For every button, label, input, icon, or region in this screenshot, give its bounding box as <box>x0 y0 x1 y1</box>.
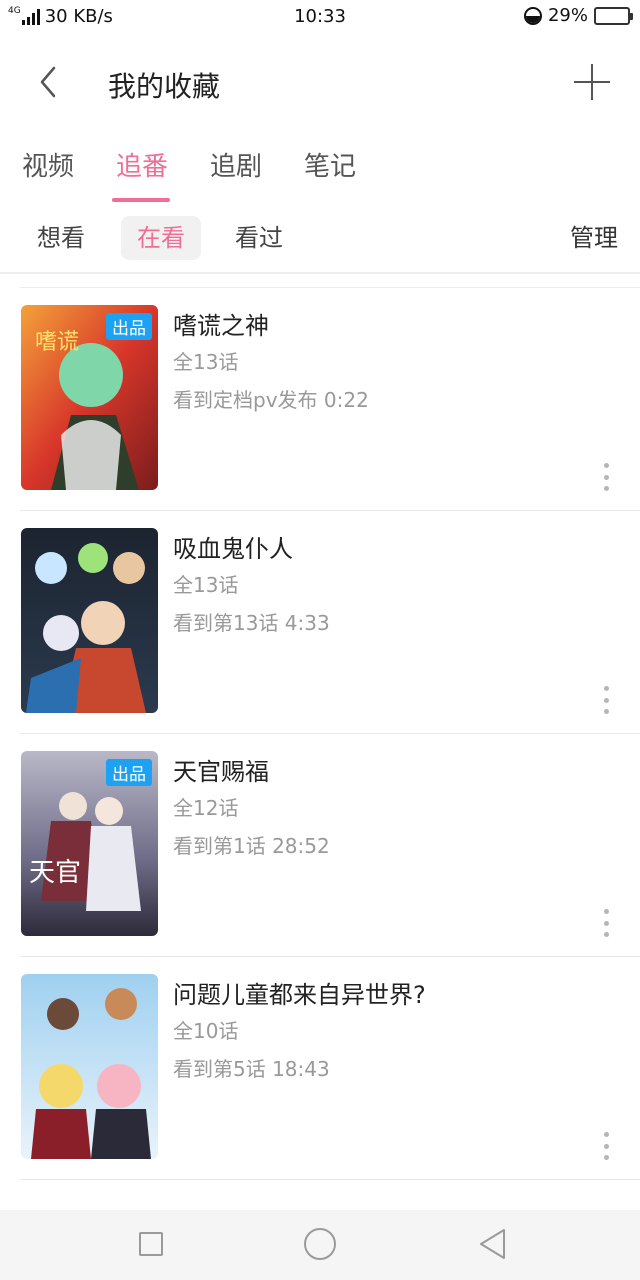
watch-progress: 看到第5话 18:43 <box>173 1057 330 1081</box>
tab-notes[interactable]: 笔记 <box>304 146 356 183</box>
recent-apps-icon[interactable] <box>139 1232 163 1256</box>
do-not-disturb-icon <box>523 6 542 25</box>
back-button[interactable] <box>28 62 68 102</box>
episode-count: 全10话 <box>173 1019 239 1043</box>
anime-title: 嗜谎之神 <box>173 312 269 340</box>
filter-watching[interactable]: 在看 <box>121 216 201 260</box>
episode-count: 全13话 <box>173 573 239 597</box>
filter-watched[interactable]: 看过 <box>219 216 299 260</box>
cover-art <box>21 528 158 713</box>
manage-button[interactable]: 管理 <box>570 216 618 260</box>
tab-videos[interactable]: 视频 <box>22 146 74 183</box>
chevron-left-icon <box>40 66 56 98</box>
tab-anime[interactable]: 追番 <box>116 146 168 183</box>
cover-image[interactable]: 天官 出品 <box>21 751 158 936</box>
list-item[interactable]: 问题儿童都来自异世界? 全10话 看到第5话 18:43 <box>0 957 640 1180</box>
original-badge: 出品 <box>106 759 152 786</box>
home-icon[interactable] <box>304 1228 336 1260</box>
list-item[interactable]: 嗜谎 出品 嗜谎之神 全13话 看到定档pv发布 0:22 <box>0 288 640 511</box>
status-filters: 想看 在看 看过 管理 <box>0 216 640 272</box>
divider <box>0 272 640 274</box>
battery-icon <box>594 6 633 25</box>
svg-text:天官: 天官 <box>29 858 81 888</box>
list-item[interactable]: 吸血鬼仆人 全13话 看到第13话 4:33 <box>0 511 640 734</box>
tab-drama[interactable]: 追剧 <box>210 146 262 183</box>
active-tab-indicator <box>112 198 170 202</box>
watch-progress: 看到第13话 4:33 <box>173 611 330 635</box>
list-item[interactable]: 天官 出品 天官赐福 全12话 看到第1话 28:52 <box>0 734 640 957</box>
battery-percent: 29% <box>547 5 588 26</box>
anime-list: 嗜谎 出品 嗜谎之神 全13话 看到定档pv发布 0:22 吸血鬼仆人 全13话… <box>0 288 640 1180</box>
more-options-icon[interactable] <box>602 1132 610 1160</box>
status-bar: 4G 30 KB/s 10:33 29% <box>0 0 640 34</box>
more-options-icon[interactable] <box>602 909 610 937</box>
page-title: 我的收藏 <box>108 70 221 103</box>
cover-image[interactable]: 嗜谎 出品 <box>21 305 158 490</box>
episode-count: 全12话 <box>173 796 239 820</box>
original-badge: 出品 <box>106 313 152 340</box>
episode-count: 全13话 <box>173 350 239 374</box>
more-options-icon[interactable] <box>602 463 610 491</box>
category-tabs: 视频 追番 追剧 笔记 <box>0 146 640 206</box>
more-options-icon[interactable] <box>602 686 610 714</box>
watch-progress: 看到定档pv发布 0:22 <box>173 388 369 412</box>
anime-title: 天官赐福 <box>173 758 269 786</box>
filter-want-to-watch[interactable]: 想看 <box>21 216 101 260</box>
cover-image[interactable] <box>21 528 158 713</box>
cover-art <box>21 974 158 1159</box>
title-bar: 我的收藏 <box>0 48 640 118</box>
system-nav-bar <box>0 1210 640 1280</box>
status-right: 29% <box>523 5 633 26</box>
back-icon[interactable] <box>478 1228 506 1260</box>
divider <box>20 1179 640 1180</box>
watch-progress: 看到第1话 28:52 <box>173 834 330 858</box>
favorites-screen: 4G 30 KB/s 10:33 29% 我的收藏 视频 追番 追剧 笔记 想看… <box>0 0 640 1280</box>
anime-title: 吸血鬼仆人 <box>173 535 293 563</box>
add-button[interactable] <box>574 64 610 100</box>
cover-image[interactable] <box>21 974 158 1159</box>
svg-text:嗜谎: 嗜谎 <box>35 330 79 355</box>
anime-title: 问题儿童都来自异世界? <box>173 981 426 1009</box>
